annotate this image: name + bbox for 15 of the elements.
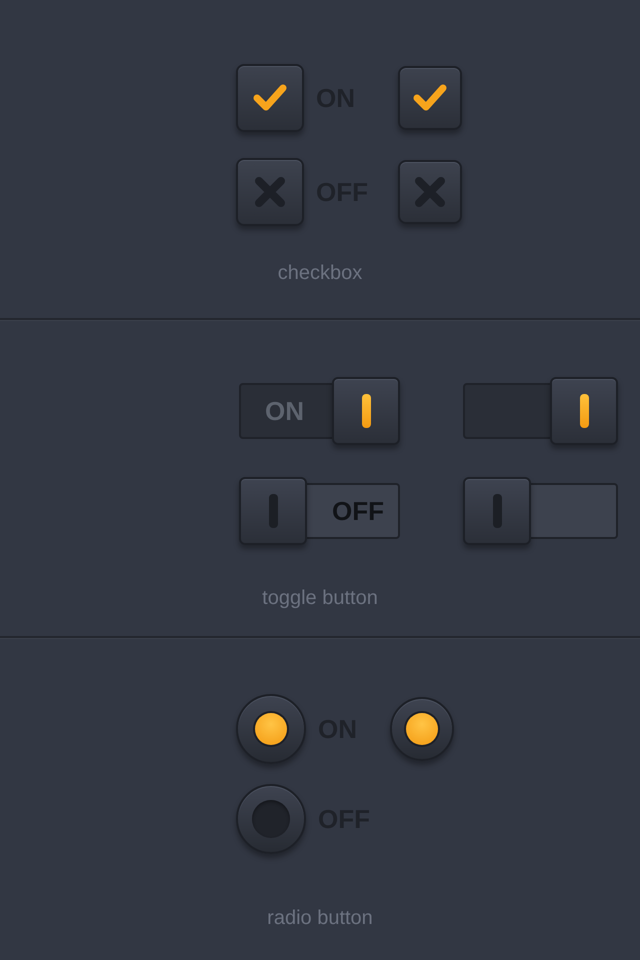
- section-caption: checkbox: [276, 262, 364, 285]
- toggle-switch[interactable]: [463, 477, 618, 545]
- indicator-icon: [268, 494, 278, 528]
- toggle-switch[interactable]: [463, 377, 618, 445]
- checkbox[interactable]: [398, 66, 462, 130]
- close-icon: [412, 174, 448, 210]
- close-icon: [252, 174, 288, 210]
- checkbox[interactable]: [236, 158, 304, 226]
- section-caption: radio button: [266, 907, 374, 930]
- indicator-icon: [580, 394, 588, 428]
- indicator-icon: [362, 394, 370, 428]
- section-caption: toggle button: [261, 587, 379, 610]
- indicator-icon: [492, 494, 502, 528]
- checkbox[interactable]: [236, 64, 304, 132]
- checkbox[interactable]: [398, 160, 462, 224]
